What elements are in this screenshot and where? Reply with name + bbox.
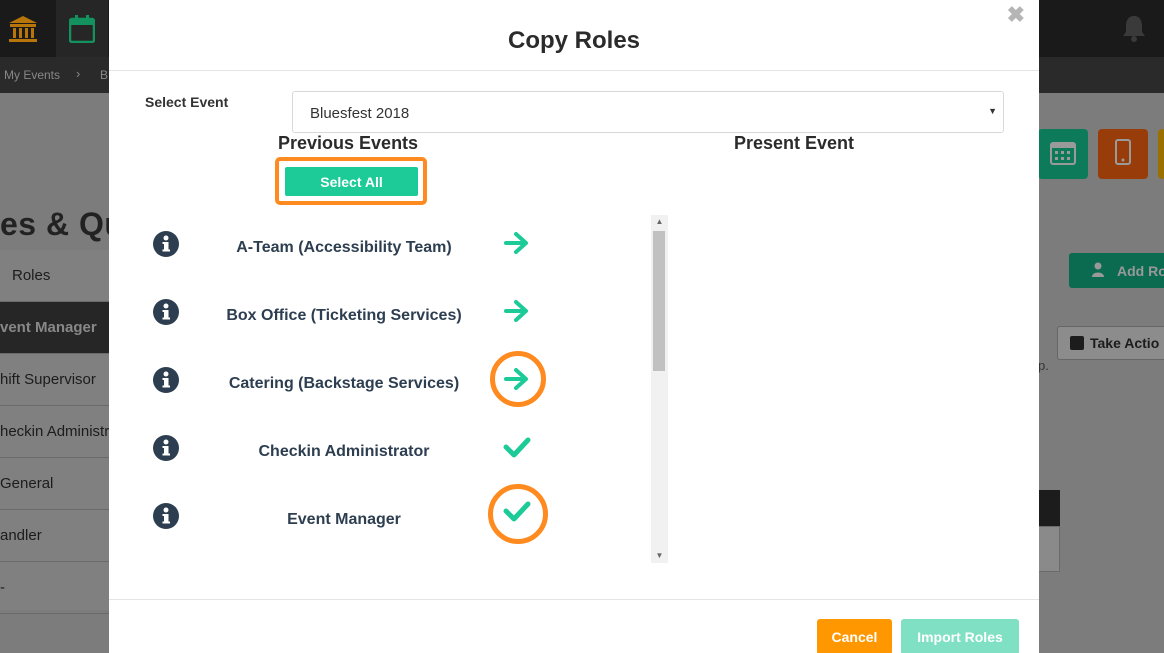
roles-scrollbar[interactable]: ▲ ▼: [651, 215, 668, 563]
background-calendar-button[interactable]: [1038, 129, 1088, 179]
sidebar-item-shift-supervisor[interactable]: hift Supervisor: [0, 354, 110, 406]
take-action-label: Take Actio: [1090, 335, 1160, 351]
caret-down-icon: ▼: [988, 106, 997, 116]
previous-events-heading: Previous Events: [278, 133, 419, 153]
mobile-icon: [1115, 138, 1131, 170]
take-action-button[interactable]: Take Actio: [1057, 326, 1164, 360]
role-name: Checkin Administrator: [258, 443, 430, 460]
header-divider: [109, 70, 1039, 71]
add-role-button[interactable]: Add Ro: [1069, 253, 1164, 288]
sidebar-item-handler[interactable]: andler: [0, 510, 110, 562]
scroll-up-icon[interactable]: ▲: [651, 215, 668, 229]
import-roles-button[interactable]: Import Roles: [901, 619, 1019, 653]
user-icon: [1091, 262, 1105, 281]
calendar-icon[interactable]: [56, 0, 108, 57]
present-event-heading: Present Event: [734, 133, 855, 153]
role-name: A-Team (Accessibility Team): [236, 239, 452, 256]
background-extra-button[interactable]: [1158, 129, 1164, 179]
list-item: A-Team (Accessibility Team): [145, 215, 545, 283]
add-role-label: Add Ro: [1117, 262, 1164, 279]
background-table-header: [1038, 490, 1060, 526]
role-name: Event Manager: [287, 511, 401, 528]
sidebar-item-more[interactable]: -: [0, 562, 110, 614]
role-name: Catering (Backstage Services): [228, 375, 460, 392]
list-item: Checkin Administrator: [145, 419, 545, 487]
background-partial-text: p.: [1038, 358, 1049, 373]
select-event-dropdown[interactable]: Bluesfest 2018 ▼: [292, 91, 1004, 133]
background-page-title: es & Qu: [0, 206, 125, 242]
info-icon[interactable]: [153, 367, 179, 393]
sidebar-item-general[interactable]: General: [0, 458, 110, 510]
highlight-arrow: [490, 351, 546, 407]
select-all-button[interactable]: Select All: [285, 167, 418, 196]
check-icon[interactable]: [495, 427, 539, 467]
select-event-value: Bluesfest 2018: [310, 105, 410, 122]
scroll-thumb[interactable]: [653, 231, 665, 371]
cancel-button[interactable]: Cancel: [817, 619, 892, 653]
sidebar-item-roles[interactable]: Roles: [0, 250, 110, 302]
home-bank-icon[interactable]: [0, 0, 46, 57]
arrow-right-icon[interactable]: [495, 291, 539, 331]
calendar-icon: [1050, 139, 1076, 170]
footer-divider: [109, 599, 1039, 600]
modal-title: Copy Roles: [507, 27, 641, 54]
bell-icon[interactable]: [1118, 12, 1150, 44]
scroll-down-icon[interactable]: ▼: [651, 549, 668, 563]
list-item: Catering (Backstage Services): [145, 351, 546, 419]
sidebar-item-event-manager[interactable]: vent Manager: [0, 302, 110, 354]
background-mobile-button[interactable]: [1098, 129, 1148, 179]
select-event-label: Select Event: [145, 94, 229, 110]
breadcrumb-separator: ›: [76, 66, 81, 81]
list-item: Event Manager: [145, 484, 548, 555]
breadcrumb-current[interactable]: B: [100, 68, 108, 82]
previous-roles-list: A-Team (Accessibility Team) Box Office (…: [145, 215, 559, 563]
info-icon[interactable]: [153, 503, 179, 529]
checkbox-icon: [1070, 336, 1084, 350]
info-icon[interactable]: [153, 435, 179, 461]
highlight-check: [488, 484, 548, 544]
info-icon[interactable]: [153, 299, 179, 325]
role-name: Box Office (Ticketing Services): [226, 307, 462, 324]
close-icon[interactable]: ✖: [1007, 4, 1025, 26]
info-icon[interactable]: [153, 231, 179, 257]
breadcrumb-my-events[interactable]: My Events: [4, 68, 60, 82]
sidebar-item-checkin-administrator[interactable]: heckin Administra: [0, 406, 110, 458]
background-sidebar: Roles vent Manager hift Supervisor hecki…: [0, 250, 110, 614]
background-table-body: [1038, 526, 1060, 572]
copy-roles-modal: ✖ Copy Roles Select Event Bluesfest 2018…: [109, 0, 1039, 653]
list-item: Box Office (Ticketing Services): [145, 283, 545, 351]
arrow-right-icon[interactable]: [495, 223, 539, 263]
